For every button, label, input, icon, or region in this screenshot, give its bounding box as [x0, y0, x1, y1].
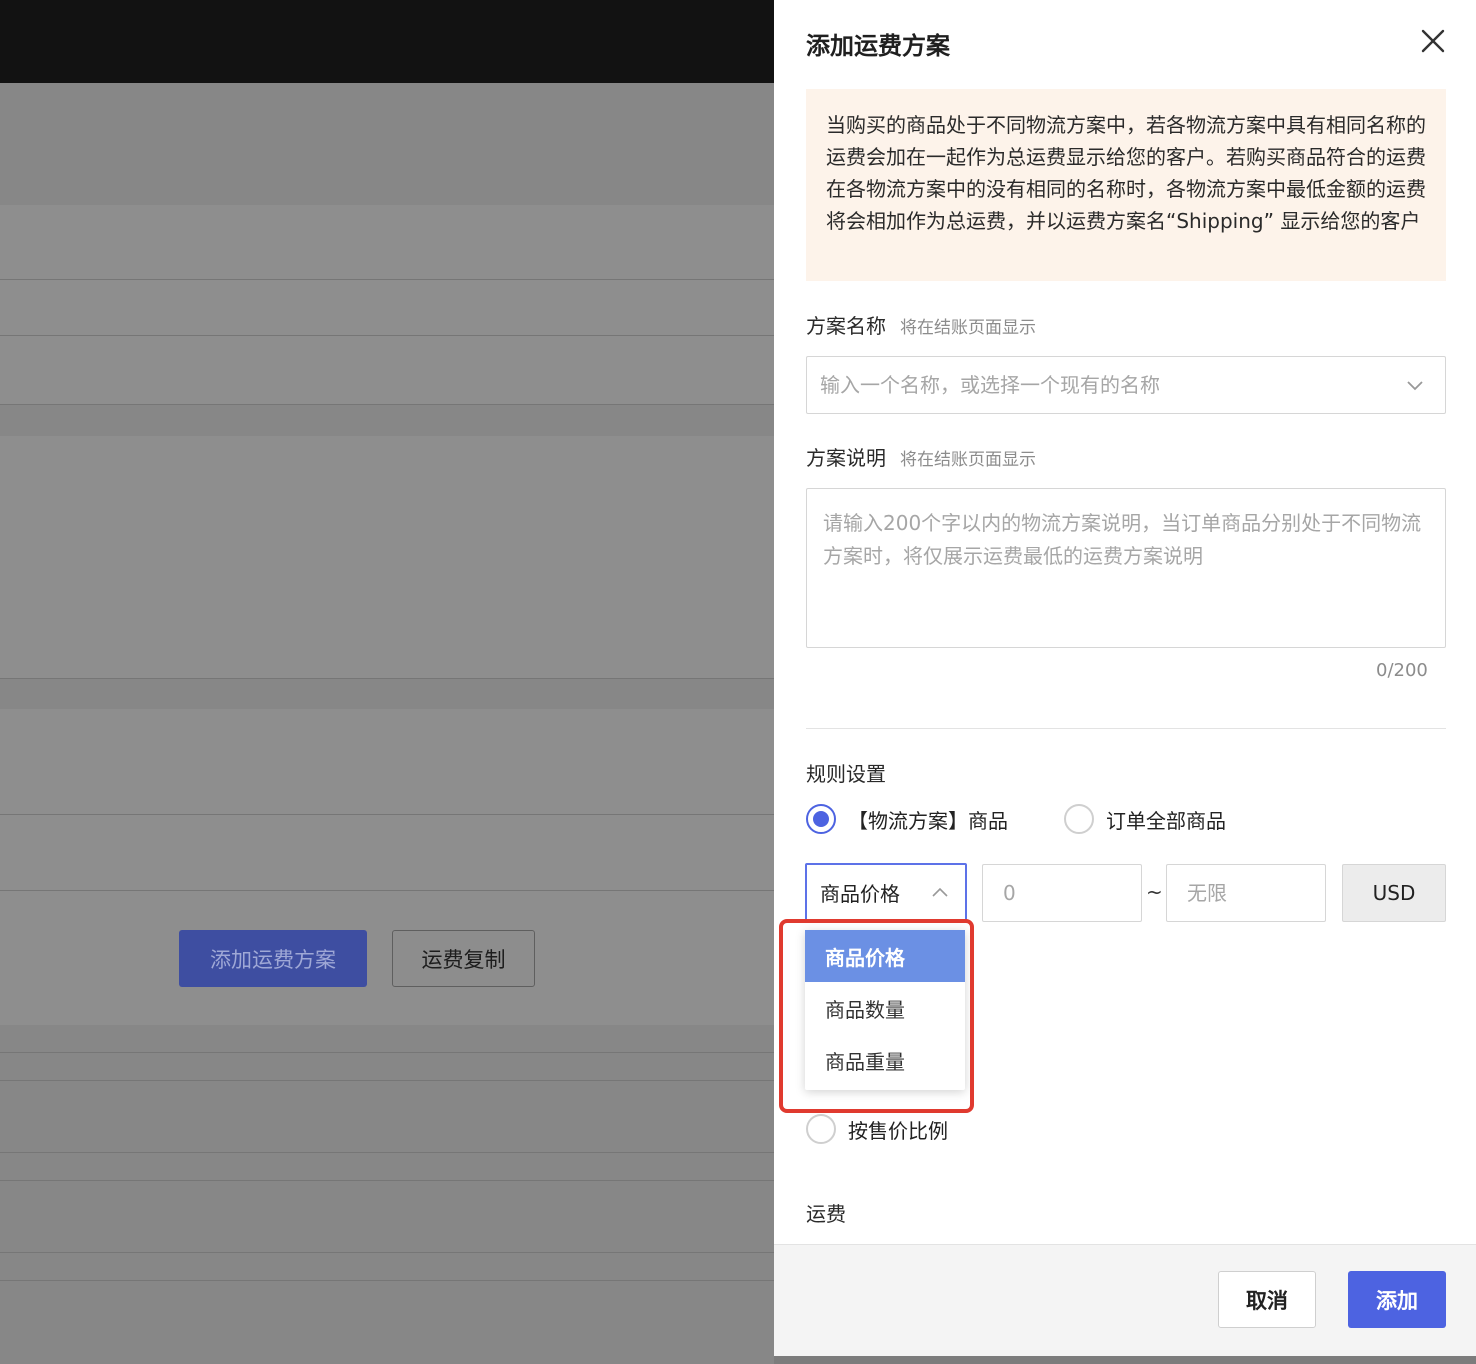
plan-name-label: 方案名称 将在结账页面显示	[806, 310, 1036, 339]
cancel-button[interactable]: 取消	[1218, 1271, 1316, 1328]
background-band	[0, 709, 774, 1025]
background-divider	[0, 1280, 774, 1281]
background-divider	[0, 890, 774, 891]
background-divider	[0, 279, 774, 280]
radio-unchecked-icon[interactable]	[806, 1114, 836, 1144]
plan-name-hint: 将在结账页面显示	[900, 318, 1036, 338]
radio-by-price-ratio-label: 按售价比例	[848, 1118, 948, 1143]
plan-desc-label: 方案说明 将在结账页面显示	[806, 442, 1036, 471]
chevron-up-icon[interactable]	[931, 884, 949, 902]
background-divider	[0, 1152, 774, 1153]
add-shipping-plan-drawer: 添加运费方案 当购买的商品处于不同物流方案中，若各物流方案中具有相同名称的运费会…	[774, 0, 1476, 1356]
background-divider	[0, 814, 774, 815]
background-copy-shipping-button: 运费复制	[392, 930, 535, 987]
drawer-footer: 取消 添加	[774, 1244, 1476, 1356]
background-page: 添加运费方案 运费复制	[0, 0, 774, 1364]
background-band	[0, 83, 774, 205]
min-value-input[interactable]	[983, 865, 1141, 921]
shipping-notice: 当购买的商品处于不同物流方案中，若各物流方案中具有相同名称的运费会加在一起作为总…	[806, 89, 1446, 281]
min-value-field[interactable]	[982, 864, 1142, 922]
range-separator: ~	[1146, 880, 1163, 904]
background-topbar	[0, 0, 774, 83]
currency-addon: USD	[1342, 864, 1446, 922]
max-value-field[interactable]	[1166, 864, 1326, 922]
plan-desc-textarea-box[interactable]	[806, 488, 1446, 648]
chevron-down-icon[interactable]	[1405, 375, 1425, 395]
drawer-title: 添加运费方案	[806, 32, 950, 60]
background-divider	[0, 1252, 774, 1253]
background-band	[0, 436, 774, 678]
radio-all-goods-label: 订单全部商品	[1106, 808, 1226, 833]
radio-plan-goods[interactable]: 【物流方案】商品	[806, 804, 1008, 834]
plan-desc-label-text: 方案说明	[806, 446, 886, 470]
dropdown-option-price[interactable]: 商品价格	[805, 930, 965, 982]
section-divider	[806, 728, 1446, 729]
radio-plan-goods-label: 【物流方案】商品	[848, 808, 1008, 833]
plan-desc-hint: 将在结账页面显示	[900, 450, 1036, 470]
max-value-input[interactable]	[1167, 865, 1325, 921]
dropdown-option-quantity[interactable]: 商品数量	[805, 982, 965, 1034]
dropdown-option-weight[interactable]: 商品重量	[805, 1034, 965, 1086]
radio-by-price-ratio[interactable]: 按售价比例	[806, 1114, 948, 1144]
background-divider	[0, 335, 774, 336]
background-band	[0, 205, 774, 405]
background-divider	[0, 1180, 774, 1181]
background-divider	[0, 678, 774, 679]
plan-desc-textarea[interactable]	[807, 489, 1445, 647]
plan-name-input[interactable]	[807, 357, 1367, 413]
background-add-shipping-button: 添加运费方案	[179, 930, 367, 987]
fee-label: 运费	[806, 1202, 846, 1226]
plan-name-label-text: 方案名称	[806, 314, 886, 338]
background-divider	[0, 1080, 774, 1081]
radio-all-goods[interactable]: 订单全部商品	[1064, 804, 1226, 834]
add-button[interactable]: 添加	[1348, 1271, 1446, 1328]
close-icon[interactable]	[1420, 28, 1446, 54]
radio-unchecked-icon[interactable]	[1064, 804, 1094, 834]
char-counter: 0/200	[1376, 660, 1428, 681]
radio-checked-icon[interactable]	[806, 804, 836, 834]
background-divider	[0, 1052, 774, 1053]
condition-dropdown: 商品价格 商品数量 商品重量	[805, 930, 965, 1090]
plan-name-select[interactable]	[806, 356, 1446, 414]
background-divider	[0, 404, 774, 405]
condition-select[interactable]: 商品价格	[805, 863, 967, 922]
condition-selected-value: 商品价格	[820, 882, 900, 906]
rules-label: 规则设置	[806, 762, 886, 786]
